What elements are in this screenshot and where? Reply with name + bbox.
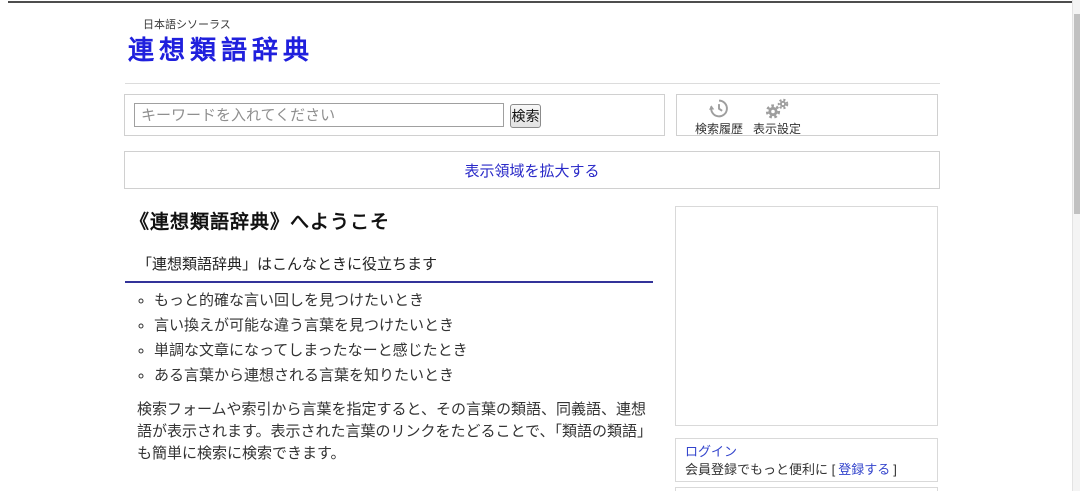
site-title-link[interactable]: 連想類語辞典 [128, 30, 314, 67]
use-case-list: もっと的確な言い回しを見つけたいとき 言い換えが可能な違う言葉を見つけたいとき … [128, 288, 468, 388]
search-history-button[interactable]: 検索履歴 [690, 98, 748, 137]
gears-icon [764, 98, 790, 119]
header-divider [125, 83, 940, 84]
login-panel: ログイン 会員登録でもっと便利に [登録する] [675, 438, 938, 482]
use-case-item: ある言葉から連想される言葉を知りたいとき [154, 363, 468, 388]
use-case-item: もっと的確な言い回しを見つけたいとき [154, 288, 468, 313]
register-suffix-text: ] [893, 462, 897, 477]
expand-area-bar: 表示領域を拡大する [124, 151, 940, 189]
description-paragraph: 検索フォームや索引から言葉を指定すると、その言葉の類語、同義語、連想語が表示され… [137, 401, 652, 462]
tools-panel: 検索履歴 表示設定 [676, 94, 938, 136]
use-case-item: 単調な文章になってしまったなーと感じたとき [154, 338, 468, 363]
search-panel: 検索 [124, 94, 665, 136]
search-input[interactable] [134, 103, 504, 127]
ad-placeholder-box [675, 206, 938, 426]
use-case-item: 言い換えが可能な違う言葉を見つけたいとき [154, 313, 468, 338]
register-prefix-text: 会員登録でもっと便利に [ [685, 462, 836, 477]
page: 日本語シソーラス 連想類語辞典 検索 検索履歴 [0, 0, 1080, 491]
history-icon [708, 98, 730, 119]
sidebar-next-panel-edge [675, 487, 938, 491]
display-settings-label: 表示設定 [752, 122, 801, 136]
window-top-border [8, 1, 1072, 3]
register-link[interactable]: 登録する [838, 462, 890, 477]
display-settings-button[interactable]: 表示設定 [748, 98, 806, 137]
register-line: 会員登録でもっと便利に [登録する] [685, 462, 928, 478]
search-history-label: 検索履歴 [694, 122, 743, 136]
expand-area-link[interactable]: 表示領域を拡大する [464, 160, 599, 181]
scrollbar[interactable] [1072, 0, 1080, 491]
section-heading: 「連想類語辞典」はこんなときに役立ちます [125, 253, 653, 283]
search-button[interactable]: 検索 [510, 104, 541, 128]
scrollbar-thumb[interactable] [1074, 14, 1080, 214]
welcome-heading: 《連想類語辞典》へようこそ [130, 212, 391, 233]
login-link[interactable]: ログイン [685, 444, 737, 460]
